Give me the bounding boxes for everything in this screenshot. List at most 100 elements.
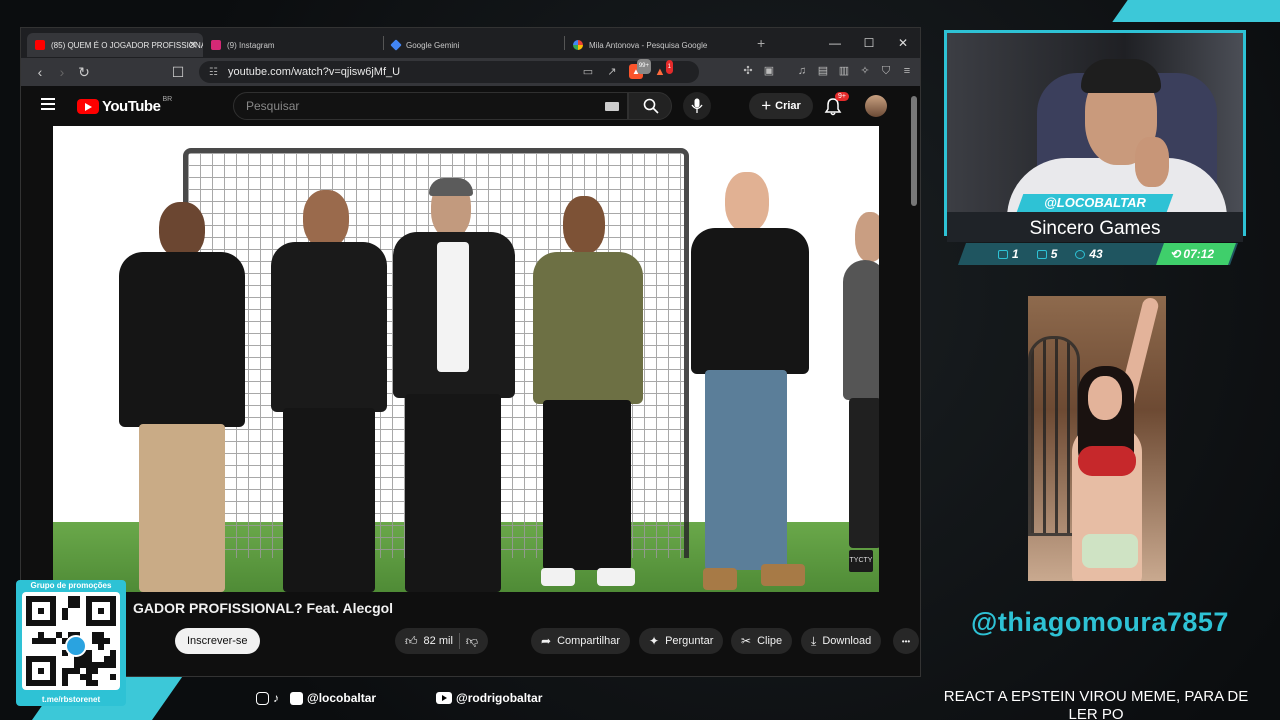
music-icon[interactable]: ♫ — [795, 64, 809, 78]
like-count[interactable]: 82 mil — [424, 635, 453, 647]
video-player[interactable]: TYCTY — [53, 126, 879, 592]
create-label: Criar — [775, 100, 801, 112]
site-info-icon[interactable]: ☷ — [209, 67, 218, 78]
side-video-clip — [1028, 296, 1166, 581]
close-window-button[interactable]: ✕ — [886, 36, 920, 50]
reload-button[interactable]: ↻ — [73, 64, 95, 81]
tab-instagram[interactable]: (9) Instagram — [203, 33, 383, 57]
promo-qr-panel: Grupo de promoções t.me/rbstorenet — [16, 580, 126, 706]
divider — [458, 633, 460, 649]
tab-title: Google Gemini — [406, 40, 460, 50]
search-button[interactable] — [628, 92, 672, 120]
keyboard-icon[interactable] — [605, 102, 619, 111]
share-label: Compartilhar — [557, 635, 621, 647]
ask-label: Perguntar — [665, 635, 714, 647]
tiktok-icon: ♪ — [273, 690, 279, 705]
subscribe-button[interactable]: Inscrever-se — [175, 628, 260, 654]
maximize-button[interactable]: ☐ — [852, 36, 886, 50]
bookmark-icon[interactable]: ☐ — [167, 64, 189, 81]
webcam-person-hand — [1135, 137, 1169, 187]
screenshot-icon[interactable]: ▣ — [762, 64, 776, 78]
account-avatar[interactable] — [865, 95, 887, 117]
stream-stats: 1 5 43 — [998, 246, 1103, 262]
youtube-logo[interactable]: YouTube BR — [77, 96, 173, 115]
extensions-icon[interactable]: ✣ — [741, 64, 755, 78]
share-arrow-icon: ➦ — [541, 634, 552, 648]
browser-window: (85) QUEM É O JOGADOR PROFISSIONAL? ✕ (9… — [20, 27, 921, 677]
back-button[interactable]: ‹ — [29, 64, 51, 80]
cast-icon[interactable]: ▭ — [581, 65, 595, 79]
video-title: GADOR PROFISSIONAL? Feat. Alecgol — [133, 600, 394, 616]
brave-rewards-icon[interactable]: ▲ 1 — [653, 59, 673, 79]
youtube-play-icon — [77, 99, 99, 114]
channel-watermark[interactable]: TYCTY — [849, 550, 873, 572]
like-dislike-group: 👍︎ 82 mil 👎︎ — [395, 628, 489, 654]
search-input[interactable] — [234, 93, 574, 119]
tab-gemini[interactable]: Google Gemini — [384, 33, 564, 57]
side-video-face — [1088, 376, 1122, 420]
like-icon[interactable]: 👍︎ — [405, 634, 418, 649]
kick-icon — [290, 691, 303, 705]
brave-shields-icon[interactable]: ▲ 99+ — [629, 59, 651, 79]
tab-title: (9) Instagram — [227, 40, 275, 50]
notification-badge: 9+ — [835, 92, 849, 101]
scissors-icon: ✂ — [741, 634, 752, 648]
instagram-favicon-icon — [211, 40, 221, 50]
forward-button[interactable]: › — [51, 64, 73, 80]
navigation-bar: ‹ › ↻ ☐ ☷ youtube.com/watch?v=qjisw6jMf_… — [21, 58, 920, 86]
address-bar-actions: ▭ ↗ ▲ 99+ ▲ 1 — [581, 59, 673, 79]
menu-icon[interactable]: ≡ — [900, 64, 914, 78]
wallet-icon[interactable]: ▥ — [837, 64, 851, 78]
clip-label: Clipe — [757, 635, 783, 647]
menu-icon[interactable] — [41, 98, 55, 113]
region-code: BR — [162, 96, 173, 103]
social-youtube: @rodrigobaltar — [436, 690, 542, 706]
viewers-stat: 43 — [1075, 246, 1103, 262]
video-scene-person — [843, 212, 879, 592]
download-icon: ⤓ — [811, 633, 817, 648]
rewards-badge: 1 — [665, 59, 673, 74]
viewer-count: 43 — [1089, 247, 1103, 261]
chat-count: 1 — [1012, 247, 1019, 261]
social-handle: @rodrigobaltar — [456, 691, 543, 705]
instagram-icon — [256, 691, 269, 705]
vpn-icon[interactable]: ⛉ — [879, 64, 893, 78]
url-text: youtube.com/watch?v=qjisw6jMf_U — [227, 66, 401, 78]
share-icon[interactable]: ↗ — [605, 65, 619, 79]
sparkle-icon: ✦ — [649, 634, 660, 648]
video-actions-row: Inscrever-se 👍︎ 82 mil 👎︎ ➦ Compartilhar… — [175, 628, 919, 658]
sidebar-icon[interactable]: ▤ — [816, 64, 830, 78]
minimize-button[interactable]: — — [818, 36, 852, 50]
leo-ai-icon[interactable]: ✧ — [858, 64, 872, 78]
download-label: Download — [822, 635, 872, 647]
dislike-icon[interactable]: 👎︎ — [466, 634, 478, 649]
youtube-icon — [436, 692, 452, 704]
create-button[interactable]: + Criar — [749, 93, 813, 119]
scrollbar-thumb[interactable] — [911, 96, 917, 206]
video-stat: 5 — [1036, 246, 1057, 262]
stream-timer: ⟲ 07:12 — [1170, 247, 1215, 261]
chat-icon — [998, 249, 1008, 259]
share-button[interactable]: ➦ Compartilhar — [531, 628, 631, 654]
voice-search-button[interactable] — [683, 92, 711, 120]
search-box — [233, 92, 628, 120]
shields-badge: 99+ — [636, 59, 651, 74]
clip-button[interactable]: ✂ Clipe — [731, 628, 793, 654]
side-video-top — [1078, 446, 1136, 476]
tab-youtube[interactable]: (85) QUEM É O JOGADOR PROFISSIONAL? ✕ — [27, 33, 203, 57]
logo-text: YouTube — [102, 98, 161, 115]
video-icon — [1036, 249, 1047, 259]
tab-google-search[interactable]: Mila Antonova - Pesquisa Google — [565, 33, 745, 57]
google-favicon-icon — [573, 40, 583, 50]
video-scene-person — [267, 190, 391, 592]
page-scrollbar[interactable] — [910, 88, 918, 673]
close-tab-icon[interactable]: ✕ — [189, 40, 197, 51]
window-controls: — ☐ ✕ — [818, 28, 920, 58]
new-tab-button[interactable]: + — [757, 35, 765, 51]
webcam-person-hair — [1081, 59, 1161, 93]
youtube-header: YouTube BR + Criar 9+ — [23, 86, 911, 126]
telegram-icon — [65, 635, 87, 657]
tab-title: (85) QUEM É O JOGADOR PROFISSIONAL? — [51, 40, 203, 50]
ask-button[interactable]: ✦ Perguntar — [639, 628, 724, 654]
download-button[interactable]: ⤓ Download — [801, 628, 882, 654]
